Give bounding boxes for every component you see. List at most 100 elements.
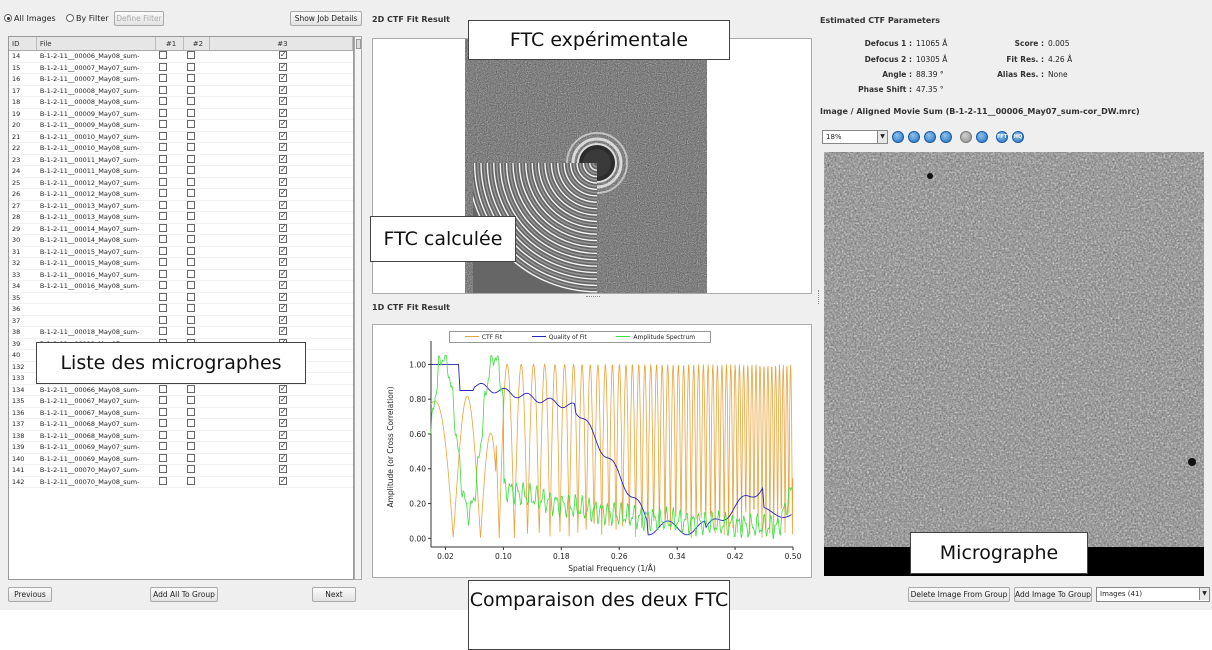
checkbox-unchecked-icon[interactable] (159, 442, 168, 450)
checkbox-checked-icon[interactable] (278, 177, 287, 187)
checkbox-unchecked-icon[interactable] (159, 292, 168, 301)
checkbox-checked-icon[interactable] (278, 465, 287, 474)
define-filter-button[interactable]: Define Filter (114, 11, 164, 26)
checkbox-unchecked-icon[interactable] (159, 62, 168, 71)
checkbox-unchecked-icon[interactable] (186, 223, 195, 232)
table-row[interactable]: 17 B-1-2-11__00008_May07_sum- (9, 85, 353, 97)
checkbox-checked-icon[interactable] (278, 419, 287, 428)
checkbox-unchecked-icon[interactable] (186, 51, 195, 59)
table-row[interactable]: 37 (9, 315, 353, 327)
table-row[interactable]: 30 B-1-2-11__00014_May08_sum- (9, 235, 353, 247)
checkbox-checked-icon[interactable] (278, 453, 287, 463)
checkbox-checked-icon[interactable] (278, 62, 287, 72)
checkbox-checked-icon[interactable] (278, 200, 287, 210)
checkbox-checked-icon[interactable] (278, 384, 287, 394)
checkbox-unchecked-icon[interactable] (159, 246, 168, 255)
checkbox-checked-icon[interactable] (278, 131, 287, 141)
checkbox-checked-icon[interactable] (278, 212, 287, 221)
table-row[interactable]: 137 B-1-2-11__00068_May07_sum- (9, 419, 353, 431)
checkbox-unchecked-icon[interactable] (159, 407, 168, 416)
checkbox-unchecked-icon[interactable] (159, 304, 168, 312)
splitter-handle[interactable] (586, 296, 600, 298)
checkbox-checked-icon[interactable] (278, 258, 287, 267)
table-row[interactable]: 140 B-1-2-11__00069_May08_sum- (9, 453, 353, 465)
checkbox-checked-icon[interactable] (278, 476, 287, 486)
checkbox-unchecked-icon[interactable] (159, 212, 168, 220)
checkbox-unchecked-icon[interactable] (186, 465, 195, 473)
checkbox-unchecked-icon[interactable] (186, 384, 195, 393)
table-row[interactable]: 34 B-1-2-11__00016_May08_sum- (9, 281, 353, 293)
header-id[interactable]: ID (9, 37, 37, 50)
micrograph-view[interactable] (824, 152, 1204, 576)
table-row[interactable]: 135 B-1-2-11__00067_May07_sum- (9, 396, 353, 408)
table-row[interactable]: 19 B-1-2-11__00009_May07_sum- (9, 108, 353, 120)
checkbox-checked-icon[interactable] (278, 327, 287, 336)
checkbox-unchecked-icon[interactable] (159, 419, 168, 427)
pan-icon[interactable] (960, 131, 972, 143)
invert-icon[interactable] (976, 131, 988, 143)
flip-icon[interactable] (940, 131, 952, 143)
all-images-radio[interactable]: All Images (4, 14, 56, 23)
checkbox-unchecked-icon[interactable] (159, 108, 168, 117)
checkbox-checked-icon[interactable] (278, 407, 287, 417)
checkbox-checked-icon[interactable] (278, 189, 287, 198)
next-button[interactable]: Next (312, 587, 356, 602)
header-file[interactable]: File (37, 37, 157, 50)
table-row[interactable]: 136 B-1-2-11__00067_May08_sum- (9, 407, 353, 419)
hq-icon[interactable]: HQ (1012, 131, 1024, 143)
checkbox-checked-icon[interactable] (278, 97, 287, 106)
checkbox-unchecked-icon[interactable] (159, 189, 168, 197)
table-row[interactable]: 22 B-1-2-11__00010_May08_sum- (9, 143, 353, 155)
checkbox-unchecked-icon[interactable] (186, 189, 195, 197)
table-row[interactable]: 29 B-1-2-11__00014_May07_sum- (9, 223, 353, 235)
checkbox-checked-icon[interactable] (278, 108, 287, 118)
scrollbar-thumb[interactable] (356, 39, 361, 49)
checkbox-unchecked-icon[interactable] (159, 465, 168, 473)
checkbox-unchecked-icon[interactable] (159, 74, 168, 82)
vsplitter-handle[interactable] (818, 290, 820, 304)
checkbox-checked-icon[interactable] (278, 143, 287, 152)
checkbox-unchecked-icon[interactable] (186, 235, 195, 243)
checkbox-unchecked-icon[interactable] (186, 419, 195, 427)
checkbox-unchecked-icon[interactable] (186, 85, 195, 94)
checkbox-unchecked-icon[interactable] (159, 223, 168, 232)
checkbox-unchecked-icon[interactable] (186, 177, 195, 186)
table-row[interactable]: 38 B-1-2-11__00018_May08_sum- (9, 327, 353, 339)
table-row[interactable]: 14 B-1-2-11__00006_May08_sum- (9, 51, 353, 63)
table-scrollbar[interactable] (354, 36, 362, 580)
checkbox-unchecked-icon[interactable] (159, 51, 168, 59)
checkbox-checked-icon[interactable] (278, 292, 287, 302)
table-row[interactable]: 24 B-1-2-11__00011_May08_sum- (9, 166, 353, 178)
checkbox-unchecked-icon[interactable] (159, 143, 168, 151)
header-col1[interactable]: #1 (156, 37, 184, 50)
checkbox-unchecked-icon[interactable] (186, 442, 195, 450)
checkbox-unchecked-icon[interactable] (186, 131, 195, 140)
rotate-icon[interactable] (924, 131, 936, 143)
checkbox-unchecked-icon[interactable] (186, 74, 195, 82)
checkbox-unchecked-icon[interactable] (159, 120, 168, 128)
checkbox-unchecked-icon[interactable] (186, 143, 195, 151)
checkbox-checked-icon[interactable] (278, 246, 287, 256)
table-row[interactable]: 35 (9, 292, 353, 304)
group-select[interactable]: Images (41) ▼ (1096, 587, 1210, 602)
fft-icon[interactable]: FFT (996, 131, 1008, 143)
table-row[interactable]: 26 B-1-2-11__00012_May08_sum- (9, 189, 353, 201)
checkbox-unchecked-icon[interactable] (186, 200, 195, 209)
checkbox-checked-icon[interactable] (278, 166, 287, 175)
table-row[interactable]: 18 B-1-2-11__00008_May08_sum- (9, 97, 353, 109)
checkbox-unchecked-icon[interactable] (159, 315, 168, 324)
checkbox-checked-icon[interactable] (278, 396, 287, 405)
zoom-select[interactable]: 18% ▼ (822, 130, 888, 144)
checkbox-unchecked-icon[interactable] (159, 154, 168, 163)
checkbox-unchecked-icon[interactable] (159, 396, 168, 404)
checkbox-unchecked-icon[interactable] (159, 200, 168, 209)
checkbox-unchecked-icon[interactable] (186, 396, 195, 404)
show-job-details-button[interactable]: Show Job Details (290, 11, 362, 26)
checkbox-checked-icon[interactable] (278, 120, 287, 129)
checkbox-checked-icon[interactable] (278, 74, 287, 83)
delete-image-from-group-button[interactable]: Delete Image From Group (908, 587, 1010, 602)
checkbox-unchecked-icon[interactable] (159, 430, 168, 439)
settings-icon[interactable] (892, 131, 904, 143)
contrast-icon[interactable] (908, 131, 920, 143)
table-row[interactable]: 141 B-1-2-11__00070_May07_sum- (9, 465, 353, 477)
